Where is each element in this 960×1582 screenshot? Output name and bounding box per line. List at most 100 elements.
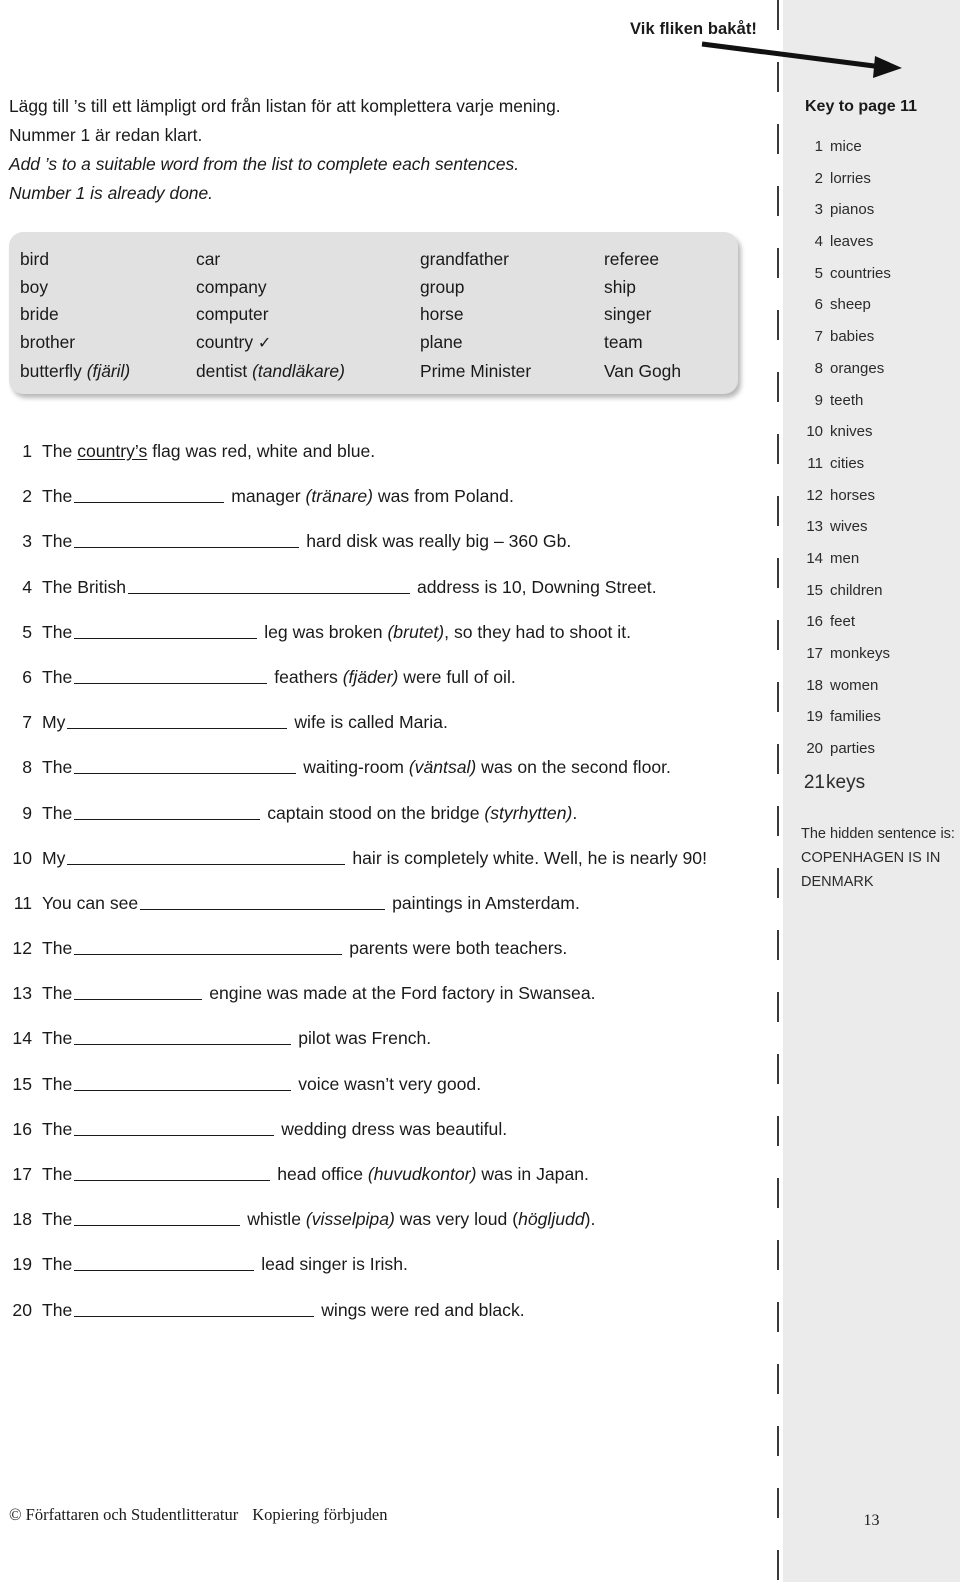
answer-blank[interactable]	[74, 756, 297, 775]
answer-key-row: 8 oranges	[801, 360, 951, 392]
answer-blank[interactable]	[140, 892, 386, 910]
answer-key-number: 5	[814, 264, 823, 282]
exercise-text: The lead singer is Irish.	[42, 1253, 408, 1275]
exercise-item: 5 The leg was broken (brutet), so they ha…	[0, 619, 777, 646]
answer-key-number: 14	[806, 549, 823, 567]
answer-blank[interactable]	[74, 666, 268, 684]
exercise-number: 2	[22, 486, 32, 507]
exercise-number: 12	[12, 938, 32, 959]
answer-key-row: 18 women	[801, 677, 951, 709]
answer-key-word: leaves	[830, 233, 874, 251]
answer-key-word: mice	[830, 138, 862, 155]
word-bank-item-word: country	[196, 332, 254, 353]
exercise-text: The hard disk was really big – 360 Gb.	[42, 530, 572, 552]
exercise-item: 13 The engine was made at the Ford factor…	[0, 980, 777, 1007]
exercise-text: The waiting-room (väntsal) was on the se…	[42, 756, 671, 778]
word-bank-item: Van Gogh	[604, 358, 744, 386]
swedish-gloss: (tränare)	[305, 486, 374, 507]
answer-blank[interactable]	[74, 1027, 292, 1046]
answer-blank[interactable]	[128, 576, 411, 594]
answer-key-word: children	[830, 581, 883, 599]
exercise-number: 13	[12, 983, 32, 1004]
answer-key-row: 19 families	[801, 708, 951, 740]
answer-blank[interactable]	[74, 530, 300, 549]
answer-key-sidebar: Key to page 11 1 mice 2 lorries 3 pianos 4 leav…	[783, 0, 960, 1582]
answer-key-row: 14 men	[801, 550, 951, 582]
exercise-number: 5	[22, 621, 32, 642]
answer-key-number: 4	[814, 233, 823, 251]
instruction-line-sv-2: Nummer 1 är redan klart.	[9, 125, 203, 145]
answer-key-word: horses	[830, 486, 876, 504]
word-bank-item-word: referee	[604, 249, 660, 269]
exercise-item: 7 My wife is called Maria.	[0, 709, 777, 736]
swedish-gloss: (styrhytten)	[484, 802, 573, 823]
exercise-text: The wedding dress was beautiful.	[42, 1118, 508, 1139]
answer-key-word: countries	[830, 264, 891, 282]
answer-blank[interactable]	[74, 982, 203, 1001]
exercise-number: 6	[22, 666, 32, 687]
word-bank-item-word: singer	[604, 304, 652, 325]
exercise-text: The country’s flag was red, white and bl…	[42, 441, 376, 461]
exercise-item: 17 The head office (huvudkontor) was in J…	[0, 1161, 777, 1188]
word-bank-item-word: boy	[20, 276, 49, 297]
answer-key-word: oranges	[830, 359, 885, 377]
filled-answer: country’s	[77, 441, 148, 461]
exercise-number: 1	[22, 441, 32, 461]
answer-blank[interactable]	[74, 485, 225, 504]
answer-blank[interactable]	[67, 711, 288, 730]
answer-key-number: 18	[806, 676, 823, 694]
answer-key-word: knives	[830, 423, 873, 441]
exercise-item: 14 The pilot was French.	[0, 1025, 777, 1052]
answer-key-row: 3 pianos	[801, 201, 951, 233]
word-bank-item: referee	[604, 246, 744, 274]
answer-key-row: 11 cities	[801, 455, 951, 487]
answer-key-word: men	[830, 549, 860, 567]
answer-key-row: 15 children	[801, 582, 951, 614]
answer-blank[interactable]	[74, 621, 258, 639]
answer-blank[interactable]	[74, 1118, 275, 1136]
answer-blank[interactable]	[67, 847, 346, 865]
answer-blank[interactable]	[74, 1208, 241, 1227]
answer-key-word: cities	[830, 454, 865, 472]
exercise-item: 10 My hair is completely white. Well, he …	[0, 845, 777, 872]
page-number: 13	[863, 1512, 880, 1529]
answer-key-number: 6	[814, 296, 823, 314]
answer-blank[interactable]	[74, 937, 343, 956]
exercise-text: The captain stood on the bridge (styrhyt…	[42, 802, 578, 823]
swedish-gloss: (huvudkontor)	[367, 1164, 477, 1184]
word-bank-item: brother	[20, 329, 196, 358]
word-bank-item: singer	[604, 301, 744, 329]
word-bank-item-word: horse	[420, 304, 464, 325]
answer-key-word: women	[830, 676, 879, 694]
word-bank-item: ship	[604, 274, 744, 302]
answer-key-row: 13 wives	[801, 518, 951, 550]
answer-blank[interactable]	[74, 1253, 255, 1272]
answer-key-row: 12 horses	[801, 487, 951, 519]
answer-blank[interactable]	[74, 1163, 271, 1181]
word-bank-item: boy	[20, 274, 196, 302]
exercise-text: The wings were red and black.	[42, 1299, 525, 1320]
answer-key-row: 9 teeth	[801, 392, 951, 424]
answer-key-row: 21 keys	[801, 772, 951, 804]
answer-blank[interactable]	[74, 802, 261, 820]
word-bank-item-word: bird	[20, 249, 49, 269]
exercise-item: 12 The parents were both teachers.	[0, 935, 777, 962]
word-bank-item: grandfather	[420, 246, 604, 274]
worksheet-main: Lägg till ’s till ett lämpligt ord från …	[0, 0, 777, 1582]
answer-blank[interactable]	[74, 1073, 292, 1091]
answer-key-number: 15	[806, 581, 823, 599]
exercise-item: 20 The wings were red and black.	[0, 1297, 777, 1324]
instruction-line-en-2: Number 1 is already done.	[9, 183, 213, 203]
footer-notice: Kopiering förbjuden	[252, 1505, 388, 1524]
answer-key-row: 10 knives	[801, 423, 951, 455]
word-bank-item-word: bride	[20, 304, 59, 325]
answer-key-number: 8	[814, 359, 823, 377]
exercise-list: 1 The country’s flag was red, white and b…	[0, 438, 777, 1342]
answer-blank[interactable]	[74, 1299, 315, 1317]
word-bank-item: car	[196, 246, 420, 274]
answer-key-word: parties	[830, 740, 876, 758]
answer-key-row: 1 mice	[801, 138, 951, 170]
exercise-item: 2 The manager (tränare) was from Poland.	[0, 483, 777, 510]
word-bank-item: dentist (tandläkare)	[196, 358, 420, 386]
exercise-item: 9 The captain stood on the bridge (styrhy…	[0, 800, 777, 827]
